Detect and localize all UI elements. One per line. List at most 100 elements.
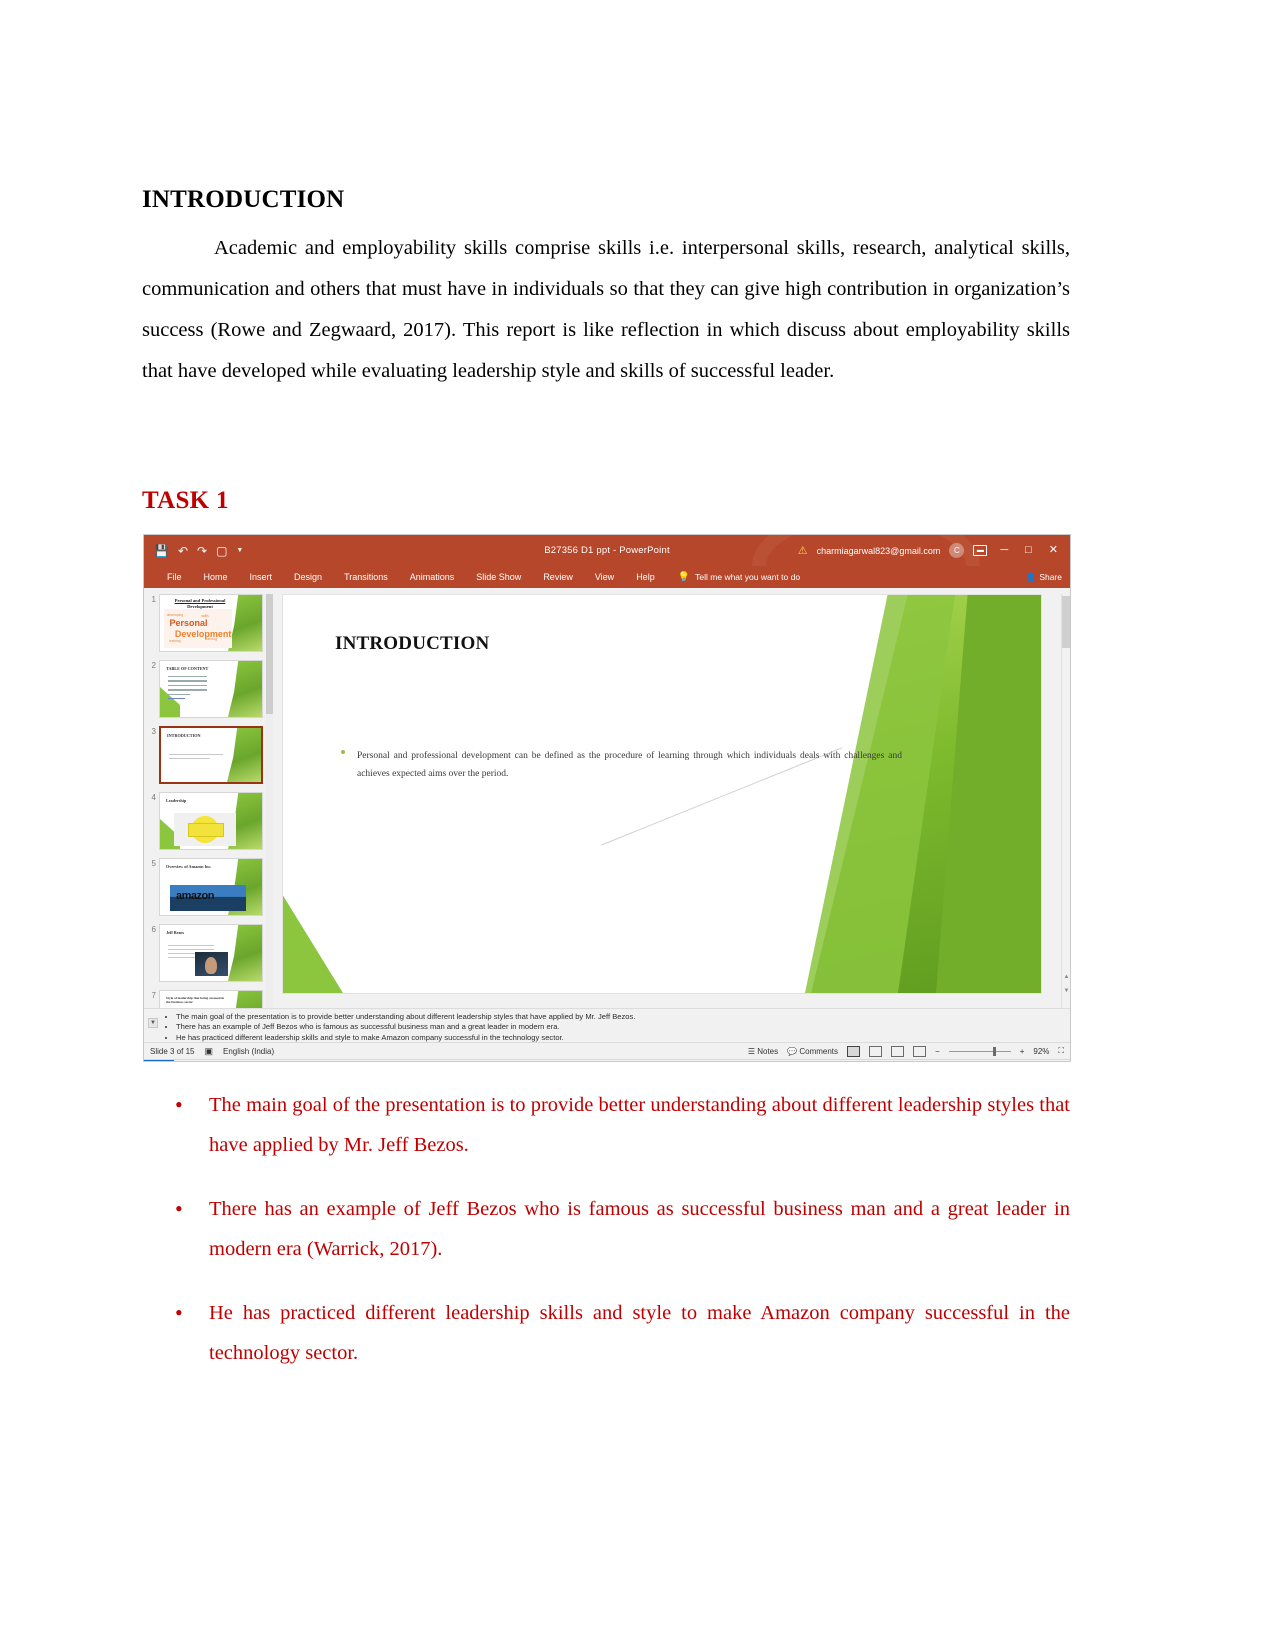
wordcloud-word-d: training bbox=[169, 639, 181, 644]
thumbnail-item-4[interactable]: 4 Leadership bbox=[148, 792, 270, 850]
start-button[interactable] bbox=[144, 1059, 174, 1061]
decorative-green-shape bbox=[228, 991, 262, 1008]
tab-transitions[interactable]: Transitions bbox=[333, 572, 399, 582]
thumbnail-number: 3 bbox=[151, 727, 156, 736]
task1-bullet-list: • The main goal of the presentation is t… bbox=[175, 1085, 1070, 1397]
thumbnail-slide-5[interactable]: Overview of Amazon Inc. bbox=[159, 858, 263, 916]
powerpoint-window-screenshot: 💾 ↶ ↷ ▢ ▼ B27356 D1 ppt - PowerPoint ⚠ c… bbox=[143, 534, 1071, 1062]
word-cloud-image: Personal Development developing skills l… bbox=[164, 609, 232, 648]
ribbon-display-options-icon[interactable]: ▬ bbox=[973, 545, 988, 556]
notes-pane[interactable]: ▼ The main goal of the presentation is t… bbox=[144, 1008, 1070, 1042]
chevron-down-icon[interactable]: ▼ bbox=[236, 547, 243, 554]
start-presentation-icon[interactable]: ▢ bbox=[216, 545, 227, 557]
save-icon[interactable]: 💾 bbox=[154, 545, 169, 557]
bullet-text: There has an example of Jeff Bezos who i… bbox=[209, 1198, 1070, 1260]
thumbnail-scrollbar[interactable] bbox=[266, 594, 273, 1008]
thumbnail-slide-1[interactable]: Personal and Professional Development Pe… bbox=[159, 594, 263, 652]
comments-button[interactable]: 💬 Comments bbox=[787, 1047, 838, 1056]
zoom-slider[interactable] bbox=[948, 1046, 1011, 1056]
tab-home[interactable]: Home bbox=[193, 572, 239, 582]
language-label[interactable]: English (India) bbox=[223, 1047, 274, 1056]
scroll-up-icon[interactable]: ▲ bbox=[1062, 974, 1070, 980]
notes-scroll-down-icon[interactable]: ▼ bbox=[148, 1018, 158, 1028]
thumbnail-scrollbar-thumb[interactable] bbox=[266, 594, 273, 714]
thumbnail-slide-3-selected[interactable]: INTRODUCTION bbox=[159, 726, 263, 784]
tab-review[interactable]: Review bbox=[532, 572, 584, 582]
zoom-in-button[interactable]: + bbox=[1020, 1047, 1025, 1056]
decorative-green-shape bbox=[227, 728, 261, 782]
thumbnail-title: Overview of Amazon Inc. bbox=[166, 864, 212, 869]
tab-help[interactable]: Help bbox=[625, 572, 666, 582]
share-person-icon: 👤 bbox=[1025, 571, 1037, 582]
slide-body-text[interactable]: Personal and professional development ca… bbox=[357, 747, 902, 783]
heading-task-1: TASK 1 bbox=[142, 487, 229, 514]
restore-button[interactable]: □ bbox=[1021, 545, 1036, 556]
thumbnail-item-5[interactable]: 5 Overview of Amazon Inc. bbox=[148, 858, 270, 916]
thumbnail-number: 6 bbox=[151, 925, 156, 934]
thumbnail-item-7[interactable]: 7 Style of leadership that being aroused… bbox=[148, 990, 270, 1008]
wordcloud-word-a: developing bbox=[166, 612, 184, 617]
thumbnail-title: Style of leadership that being aroused i… bbox=[166, 996, 225, 1004]
powerpoint-workspace: 1 Personal and Professional Development … bbox=[144, 588, 1070, 1008]
list-item: • The main goal of the presentation is t… bbox=[175, 1085, 1070, 1165]
minimize-button[interactable]: ─ bbox=[996, 545, 1012, 556]
tab-insert[interactable]: Insert bbox=[239, 572, 284, 582]
notes-button[interactable]: ☰ Notes bbox=[748, 1047, 778, 1056]
notes-bullet: He has practiced different leadership sk… bbox=[176, 1033, 1070, 1042]
slide-green-shape-d bbox=[283, 895, 343, 993]
leadership-diagram-image bbox=[174, 813, 236, 846]
tell-me-search[interactable]: 💡 Tell me what you want to do bbox=[678, 572, 800, 583]
quick-access-toolbar[interactable]: 💾 ↶ ↷ ▢ ▼ bbox=[144, 545, 243, 557]
thumbnail-slide-7[interactable]: Style of leadership that being aroused i… bbox=[159, 990, 263, 1008]
zoom-slider-handle[interactable] bbox=[992, 1046, 996, 1056]
close-button[interactable]: ✕ bbox=[1045, 545, 1062, 556]
reading-view-icon[interactable] bbox=[891, 1045, 905, 1057]
thumbnail-slide-6[interactable]: Jeff Bezos bbox=[159, 924, 263, 982]
thumbnail-item-2[interactable]: 2 TABLE OF CONTENT bbox=[148, 660, 270, 718]
thumbnail-body-lines bbox=[169, 754, 223, 762]
thumbnail-title: Personal and Professional Development bbox=[174, 598, 226, 609]
tab-slide-show[interactable]: Slide Show bbox=[465, 572, 532, 582]
account-email[interactable]: charmiagarwal823@gmail.com bbox=[817, 546, 941, 556]
slide-scrollbar[interactable]: ▲ ▼ bbox=[1061, 594, 1070, 1008]
share-label: Share bbox=[1039, 572, 1062, 582]
windows-taskbar: ⚲ Type here to search ◯ ⎘ W ▭ ● ▦ P ☁ ∧ … bbox=[144, 1059, 1070, 1061]
document-intro-section: INTRODUCTION Academic and employability … bbox=[142, 186, 1070, 392]
normal-view-icon[interactable] bbox=[847, 1045, 861, 1057]
current-slide[interactable]: INTRODUCTION Personal and professional d… bbox=[282, 594, 1042, 994]
thumbnail-number: 5 bbox=[151, 859, 156, 868]
slide-title[interactable]: INTRODUCTION bbox=[335, 633, 489, 655]
scroll-down-icon[interactable]: ▼ bbox=[1062, 988, 1070, 994]
thumbnail-slide-4[interactable]: Leadership bbox=[159, 792, 263, 850]
thumbnail-slide-2[interactable]: TABLE OF CONTENT bbox=[159, 660, 263, 718]
bullet-marker: • bbox=[175, 1300, 183, 1325]
thumbnail-title: Leadership bbox=[166, 798, 187, 803]
zoom-level-label[interactable]: 92% bbox=[1033, 1047, 1049, 1056]
fit-to-window-icon[interactable]: ⛶ bbox=[1058, 1046, 1064, 1056]
tab-design[interactable]: Design bbox=[283, 572, 333, 582]
slide-scrollbar-thumb[interactable] bbox=[1062, 596, 1070, 648]
slide-thumbnail-pane[interactable]: 1 Personal and Professional Development … bbox=[144, 588, 274, 1008]
powerpoint-status-bar: Slide 3 of 15 ▣ English (India) ☰ Notes … bbox=[144, 1042, 1070, 1059]
thumbnail-item-3[interactable]: 3 INTRODUCTION bbox=[148, 726, 270, 784]
undo-icon[interactable]: ↶ bbox=[178, 545, 188, 557]
tab-animations[interactable]: Animations bbox=[399, 572, 466, 582]
slide-show-view-icon[interactable] bbox=[913, 1045, 927, 1057]
zoom-out-button[interactable]: − bbox=[935, 1047, 940, 1056]
avatar[interactable]: C bbox=[949, 543, 965, 558]
thumbnail-body-lines bbox=[168, 676, 224, 702]
powerpoint-titlebar: 💾 ↶ ↷ ▢ ▼ B27356 D1 ppt - PowerPoint ⚠ c… bbox=[144, 535, 1070, 625]
share-button[interactable]: 👤 Share bbox=[1026, 572, 1062, 583]
page-title-introduction: INTRODUCTION bbox=[142, 186, 345, 213]
tab-file[interactable]: File bbox=[156, 572, 193, 582]
thumbnail-item-6[interactable]: 6 Jeff Bezos bbox=[148, 924, 270, 982]
wordcloud-word-c: learning bbox=[204, 637, 217, 642]
slide-bullet-marker bbox=[341, 750, 345, 754]
tab-view[interactable]: View bbox=[584, 572, 625, 582]
accessibility-icon[interactable]: ▣ bbox=[204, 1046, 213, 1057]
thumbnail-item-1[interactable]: 1 Personal and Professional Development … bbox=[148, 594, 270, 652]
amazon-logo-image bbox=[170, 885, 246, 911]
slide-sorter-view-icon[interactable] bbox=[869, 1045, 883, 1057]
redo-icon[interactable]: ↷ bbox=[197, 545, 207, 557]
thumbnail-number: 1 bbox=[151, 595, 156, 604]
